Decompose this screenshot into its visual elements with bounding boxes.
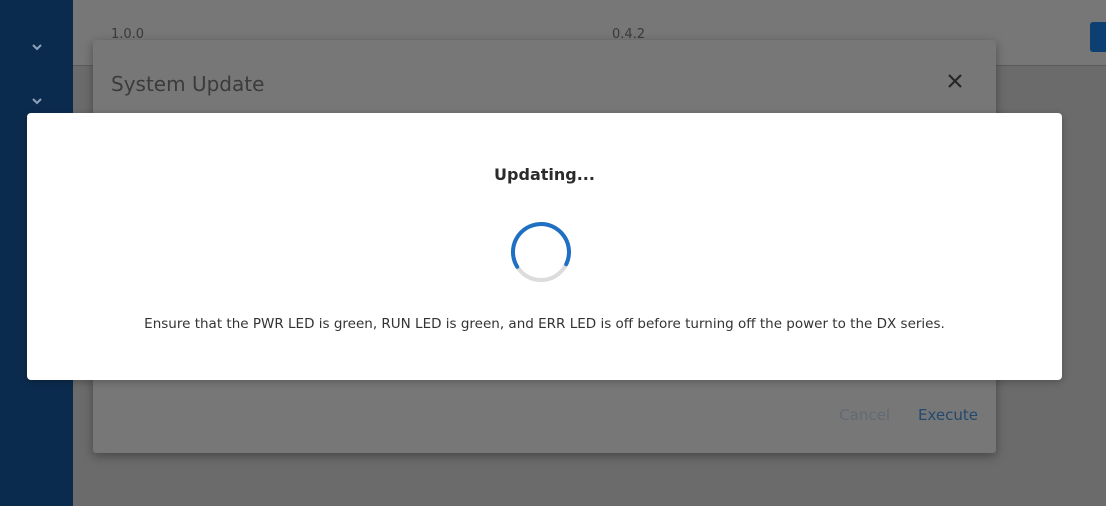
chevron-down-icon[interactable] [30,40,44,54]
dialog-title: System Update [111,72,265,96]
updating-title: Updating... [494,165,595,184]
execute-button[interactable]: Execute [918,406,978,424]
chevron-down-icon[interactable] [30,94,44,108]
update-button[interactable] [1090,22,1106,52]
dialog-actions: Cancel Execute [839,406,978,424]
loading-spinner-icon [510,221,572,283]
updating-modal: Updating... Ensure that the PWR LED is g… [27,113,1062,380]
cancel-button[interactable]: Cancel [839,406,890,424]
close-icon[interactable] [944,70,966,92]
screen: 1.0.0 0.4.2 System Update Cancel Execute… [0,0,1106,506]
updating-message: Ensure that the PWR LED is green, RUN LE… [144,316,945,332]
